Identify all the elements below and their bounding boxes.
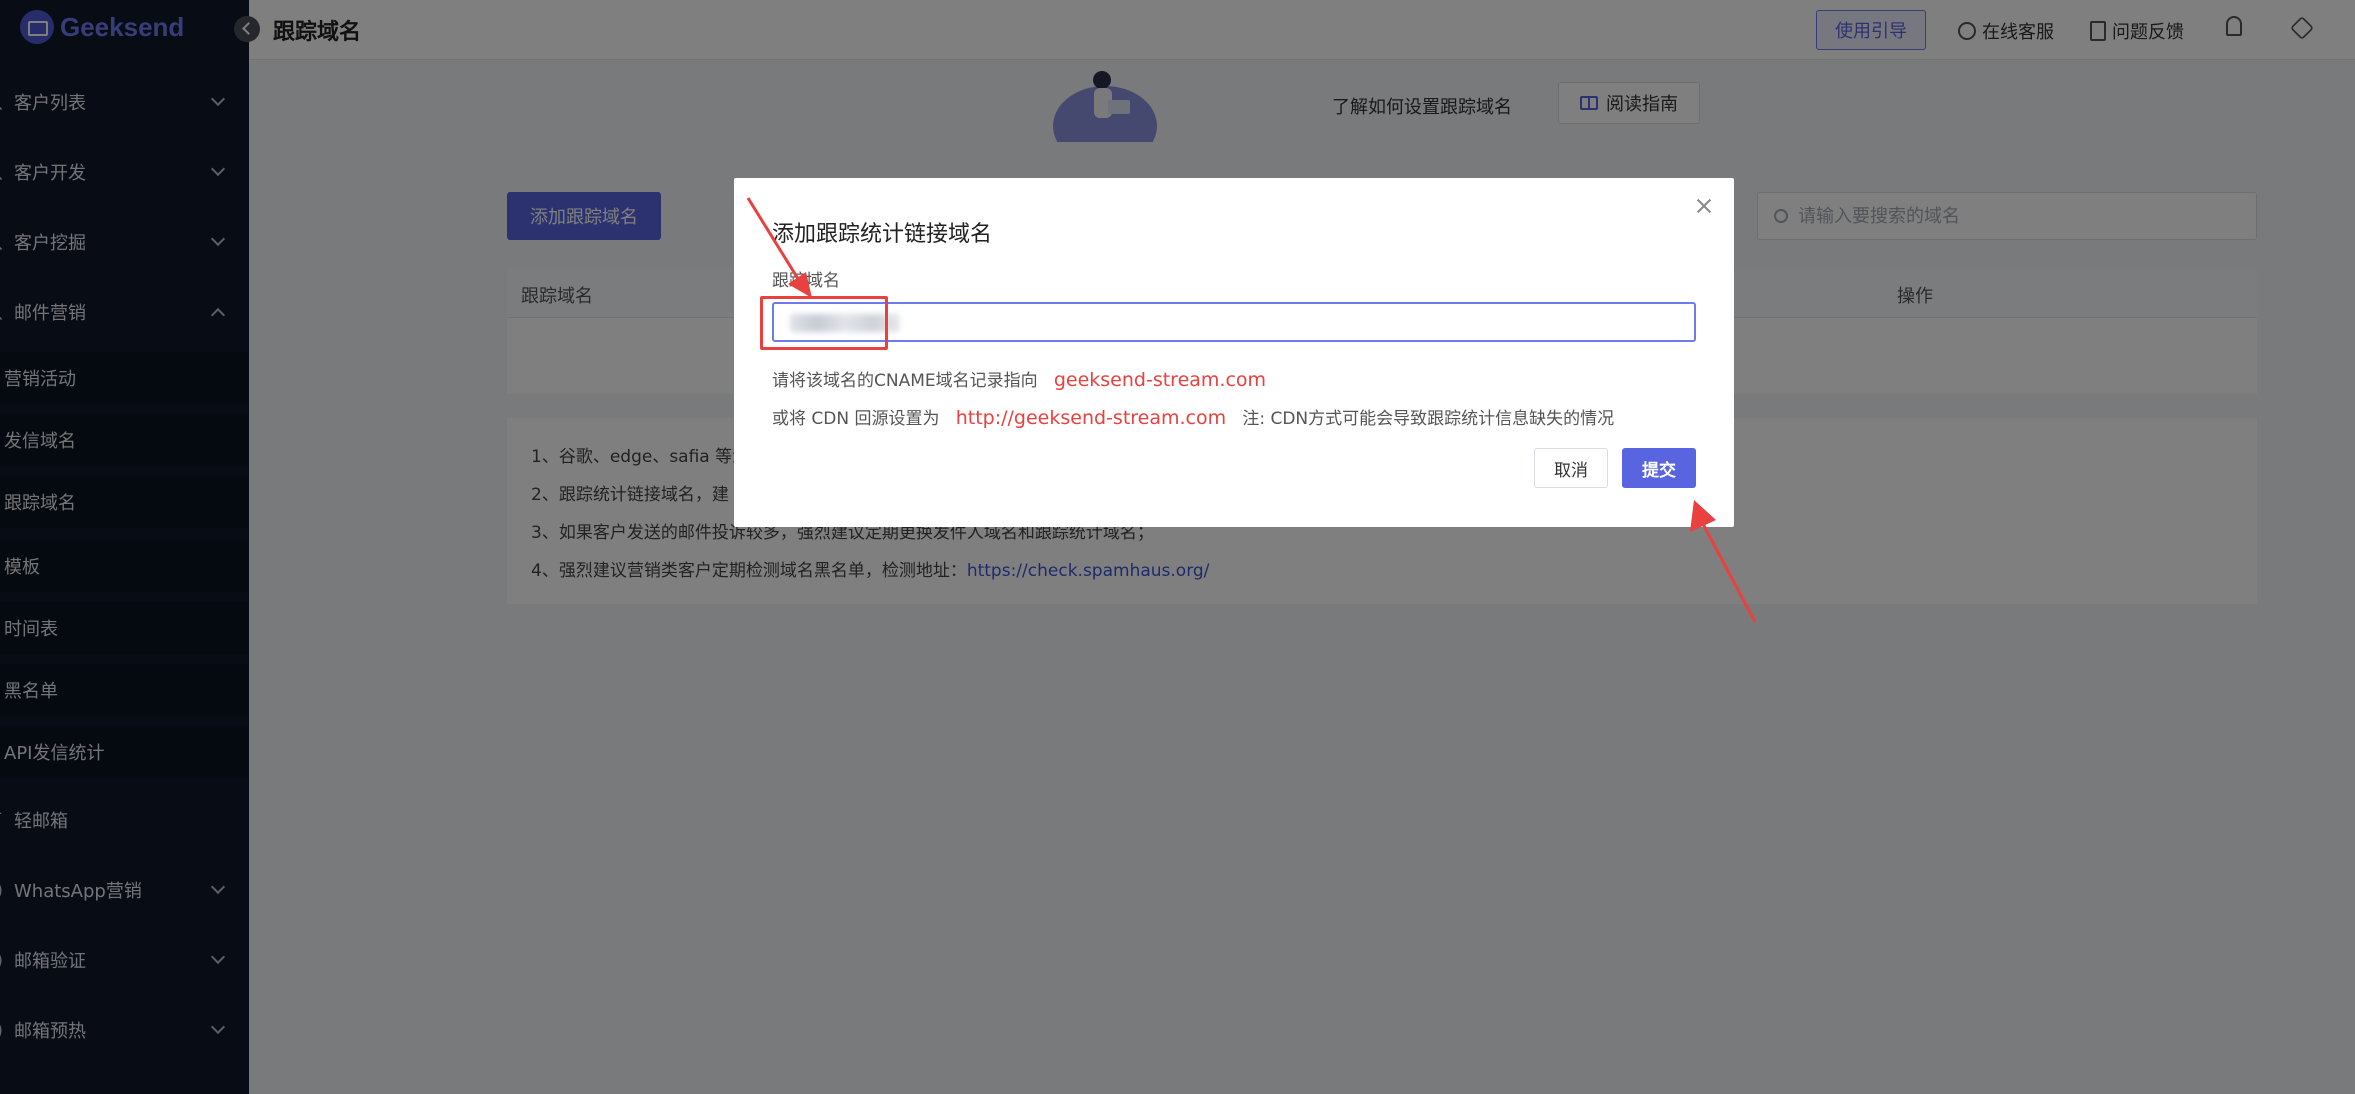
add-domain-modal: 添加跟踪统计链接域名 跟踪域名 请将该域名的CNAME域名记录指向 geekse… [734,178,1734,527]
cdn-origin: http://geeksend-stream.com [955,407,1227,429]
modal-overlay[interactable] [0,0,2355,1094]
modal-title: 添加跟踪统计链接域名 [772,222,993,247]
cancel-button[interactable]: 取消 [1534,448,1608,488]
annotation-highlight-box [760,296,888,350]
cdn-hint-text: 或将 CDN 回源设置为 [772,409,940,429]
tracking-domain-input[interactable] [774,304,1694,340]
cname-hint-text: 请将该域名的CNAME域名记录指向 [772,371,1038,391]
cname-hint: 请将该域名的CNAME域名记录指向 geeksend-stream.com [772,366,1266,391]
cdn-note: 注: CDN方式可能会导致跟踪统计信息缺失的情况 [1242,409,1615,429]
submit-button[interactable]: 提交 [1622,448,1696,488]
field-label: 跟踪域名 [772,271,840,291]
cdn-hint: 或将 CDN 回源设置为 http://geeksend-stream.com … [772,404,1614,429]
tracking-domain-field[interactable] [772,302,1696,342]
cname-target: geeksend-stream.com [1053,369,1267,391]
close-icon[interactable] [1696,198,1712,214]
